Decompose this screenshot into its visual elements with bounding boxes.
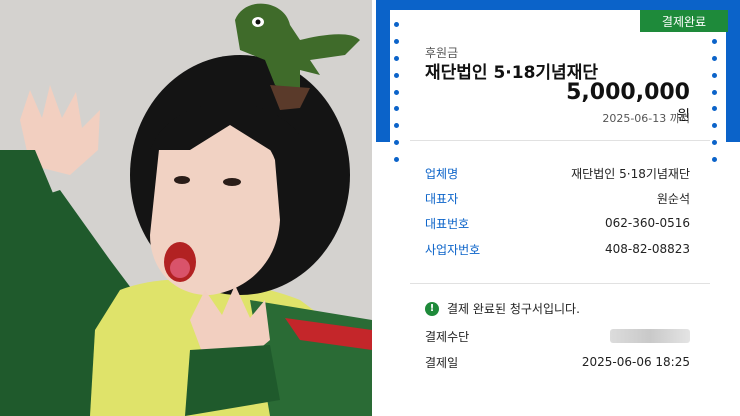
photo-illustration bbox=[0, 0, 372, 416]
amount-value: 5,000,000 bbox=[566, 80, 690, 105]
payment-complete-notice: ! 결제 완료된 청구서입니다. bbox=[425, 300, 580, 317]
info-row-representative: 대표자 원순석 bbox=[425, 188, 690, 208]
business-number-value: 408-82-08823 bbox=[604, 242, 690, 256]
payment-method-redacted bbox=[610, 329, 690, 343]
business-number-label: 사업자번호 bbox=[425, 242, 481, 257]
exclamation-icon: ! bbox=[425, 301, 439, 316]
composite-image: 결제완료 후원금 재단법인 5·18기념재단 5,000,000원 2025-0… bbox=[0, 0, 740, 416]
divider-middle bbox=[410, 283, 710, 284]
phone-label: 대표번호 bbox=[425, 216, 470, 231]
notice-text: 결제 완료된 청구서입니다. bbox=[447, 302, 580, 316]
company-label: 업체명 bbox=[425, 166, 459, 181]
phone-value: 062-360-0516 bbox=[604, 216, 690, 230]
due-date: 2025-06-13 까지 bbox=[602, 112, 690, 125]
payment-date-label: 결제일 bbox=[425, 355, 459, 370]
payment-method-label: 결제수단 bbox=[425, 329, 470, 344]
info-row-payment-date: 결제일 2025-06-06 18:25 bbox=[425, 352, 690, 372]
info-row-phone: 대표번호 062-360-0516 bbox=[425, 213, 690, 233]
info-row-business-number: 사업자번호 408-82-08823 bbox=[425, 239, 690, 259]
company-value: 재단법인 5·18기념재단 bbox=[571, 166, 690, 181]
info-row-payment-method: 결제수단 bbox=[425, 326, 690, 346]
payment-date-value: 2025-06-06 18:25 bbox=[581, 355, 690, 369]
divider-top bbox=[410, 140, 710, 141]
info-row-company: 업체명 재단법인 5·18기념재단 bbox=[425, 163, 690, 183]
perforation-left bbox=[394, 22, 400, 162]
representative-value: 원순석 bbox=[656, 191, 690, 206]
person-photo bbox=[0, 0, 372, 416]
payment-status-badge: 결제완료 bbox=[640, 10, 728, 32]
perforation-right bbox=[712, 22, 718, 162]
representative-label: 대표자 bbox=[425, 191, 459, 206]
